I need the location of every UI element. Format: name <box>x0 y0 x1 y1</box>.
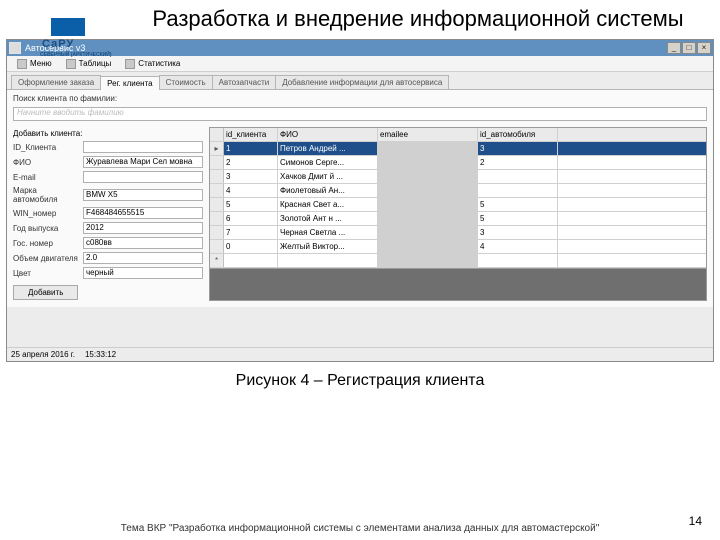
form-row: E-mail <box>13 171 203 183</box>
table-row[interactable]: 0Желтый Виктор...4 <box>210 240 706 254</box>
table-row[interactable]: 3Хачков Дмит й ... <box>210 170 706 184</box>
form-row: Марка автомобиляBMW X5 <box>13 186 203 204</box>
tab-parts[interactable]: Автозапчасти <box>212 75 277 89</box>
menu-icon <box>17 59 27 69</box>
app-window: Автосервис v3 _ □ × Меню Таблицы Статист… <box>6 39 714 362</box>
table-row[interactable]: 2Симонов Серге...2 <box>210 156 706 170</box>
field-input[interactable] <box>83 141 203 153</box>
footer-text: Тема ВКР "Разработка информационной сист… <box>0 523 720 534</box>
menubar: Меню Таблицы Статистика <box>7 56 713 72</box>
field-label: Объем двигателя <box>13 254 83 263</box>
field-label: Гос. номер <box>13 239 83 248</box>
figure-caption: Рисунок 4 – Регистрация клиента <box>0 372 720 390</box>
search-row: Поиск клиента по фамилии: <box>13 94 707 103</box>
field-input[interactable]: 2.0 <box>83 252 203 264</box>
form-row: Год выпуска2012 <box>13 222 203 234</box>
form-row: WIN_номерF468484655515 <box>13 207 203 219</box>
grid-panel: id_клиента ФИО emailee id_автомобиля ▸1П… <box>209 127 707 301</box>
form-row: ID_Клиента <box>13 141 203 153</box>
field-input[interactable]: F468484655515 <box>83 207 203 219</box>
field-input[interactable]: 2012 <box>83 222 203 234</box>
field-input[interactable]: черный <box>83 267 203 279</box>
slide-title: Разработка и внедрение информационной си… <box>0 0 720 33</box>
minimize-button[interactable]: _ <box>667 42 681 54</box>
form-row: Объем двигателя2.0 <box>13 252 203 264</box>
form-row: Цветчерный <box>13 267 203 279</box>
tab-order[interactable]: Оформление заказа <box>11 75 101 89</box>
field-label: ID_Клиента <box>13 143 83 152</box>
field-label: Год выпуска <box>13 224 83 233</box>
field-input[interactable]: с080вв <box>83 237 203 249</box>
status-time: 15:33:12 <box>85 350 116 359</box>
field-input[interactable]: Журавлева Мари Сел мовна <box>83 156 203 168</box>
field-label: Марка автомобиля <box>13 186 83 204</box>
statusbar: 25 апреля 2016 г. 15:33:12 <box>7 347 713 361</box>
tab-cost[interactable]: Стоимость <box>159 75 213 89</box>
tab-register-client[interactable]: Рег. клиента <box>100 76 159 90</box>
grid-footer <box>209 269 707 301</box>
form-header: Добавить клиента: <box>13 129 203 138</box>
grid-header: id_клиента ФИО emailee id_автомобиля <box>210 128 706 142</box>
page-number: 14 <box>689 514 702 528</box>
field-label: ФИО <box>13 158 83 167</box>
form-row: ФИОЖуравлева Мари Сел мовна <box>13 156 203 168</box>
app-icon <box>9 42 21 54</box>
form-row: Гос. номерс080вв <box>13 237 203 249</box>
table-row[interactable]: 7Черная Светла ...3 <box>210 226 706 240</box>
close-button[interactable]: × <box>697 42 711 54</box>
data-grid[interactable]: id_клиента ФИО emailee id_автомобиля ▸1П… <box>209 127 707 269</box>
field-input[interactable]: BMW X5 <box>83 189 203 201</box>
table-row[interactable]: 4Фиолетовый Ан... <box>210 184 706 198</box>
titlebar: Автосервис v3 _ □ × <box>7 40 713 56</box>
add-button[interactable]: Добавить <box>13 285 78 300</box>
search-input[interactable]: Начните вводить фамилию <box>13 107 707 121</box>
search-label: Поиск клиента по фамилии: <box>13 94 117 103</box>
field-label: E-mail <box>13 173 83 182</box>
tab-info[interactable]: Добавление информации для автосервиса <box>275 75 449 89</box>
status-date: 25 апреля 2016 г. <box>11 350 75 359</box>
logo: СаРУ СЕВЕРНЫЙ (АРКТИЧЕСКИЙ) <box>40 18 96 68</box>
field-input[interactable] <box>83 171 203 183</box>
tabstrip: Оформление заказа Рег. клиента Стоимость… <box>7 72 713 89</box>
field-label: WIN_номер <box>13 209 83 218</box>
workarea: Поиск клиента по фамилии: Начните вводит… <box>7 89 713 307</box>
grid-new-row[interactable] <box>210 254 706 268</box>
statistics-icon <box>125 59 135 69</box>
maximize-button[interactable]: □ <box>682 42 696 54</box>
table-row[interactable]: ▸1Петров Андрей ...3 <box>210 142 706 156</box>
menu-statistics[interactable]: Статистика <box>119 57 186 71</box>
field-label: Цвет <box>13 269 83 278</box>
table-row[interactable]: 6Золотой Ант н ...5 <box>210 212 706 226</box>
table-row[interactable]: 5Красная Свет а...5 <box>210 198 706 212</box>
form-panel: Добавить клиента: ID_Клиента ФИОЖуравлева… <box>13 127 203 301</box>
